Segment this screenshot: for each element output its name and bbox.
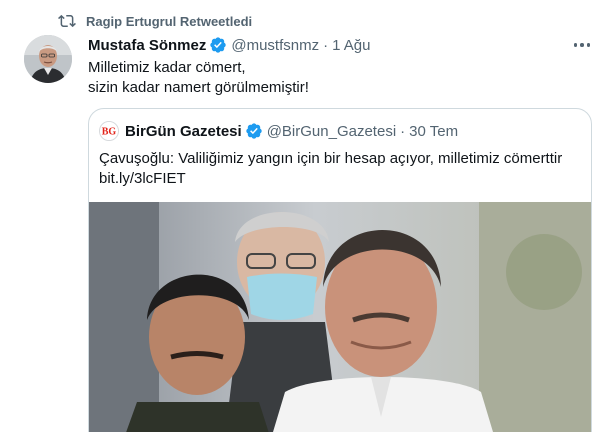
quote-date[interactable]: 30 Tem	[409, 123, 458, 140]
separator-dot: ·	[323, 36, 329, 54]
quote-author-handle[interactable]: @BirGun_Gazetesi	[267, 123, 396, 140]
more-options-icon[interactable]	[570, 36, 594, 54]
tweet-header: Mustafa Sönmez @mustfsnmz · 1 Ağu	[88, 34, 370, 56]
retweet-icon	[58, 14, 76, 28]
quote-author-name[interactable]: BirGün Gazetesi	[125, 123, 242, 140]
tweet-date[interactable]: 1 Ağu	[332, 37, 370, 54]
tweet-text-line: sizin kadar namert görülmemiştir!	[88, 79, 309, 96]
birgun-logo-icon: BG	[99, 121, 119, 141]
quote-photo[interactable]	[89, 202, 591, 432]
quote-text: Çavuşoğlu: Valiliğimiz yangın için bir h…	[99, 149, 585, 189]
author-name[interactable]: Mustafa Sönmez	[88, 37, 206, 54]
retweet-context: Ragip Ertugrul Retweetledi	[58, 11, 252, 31]
avatar[interactable]	[24, 35, 72, 83]
verified-badge-icon	[210, 37, 227, 53]
verified-badge-icon	[246, 123, 262, 139]
tweet-text: Milletimiz kadar cömert, sizin kadar nam…	[88, 58, 588, 98]
quote-link[interactable]: bit.ly/3lcFIET	[99, 169, 585, 189]
author-handle[interactable]: @mustfsnmz	[231, 37, 319, 54]
svg-text:BG: BG	[102, 127, 117, 138]
separator-dot: ·	[400, 122, 406, 140]
tweet-text-line: Milletimiz kadar cömert,	[88, 59, 246, 76]
quoted-tweet[interactable]: BG BirGün Gazetesi @BirGun_Gazetesi · 30…	[88, 108, 592, 432]
quote-text-line: Çavuşoğlu: Valiliğimiz yangın için bir h…	[99, 150, 563, 167]
retweet-label[interactable]: Ragip Ertugrul Retweetledi	[86, 14, 252, 29]
quote-header: BG BirGün Gazetesi @BirGun_Gazetesi · 30…	[99, 121, 458, 141]
